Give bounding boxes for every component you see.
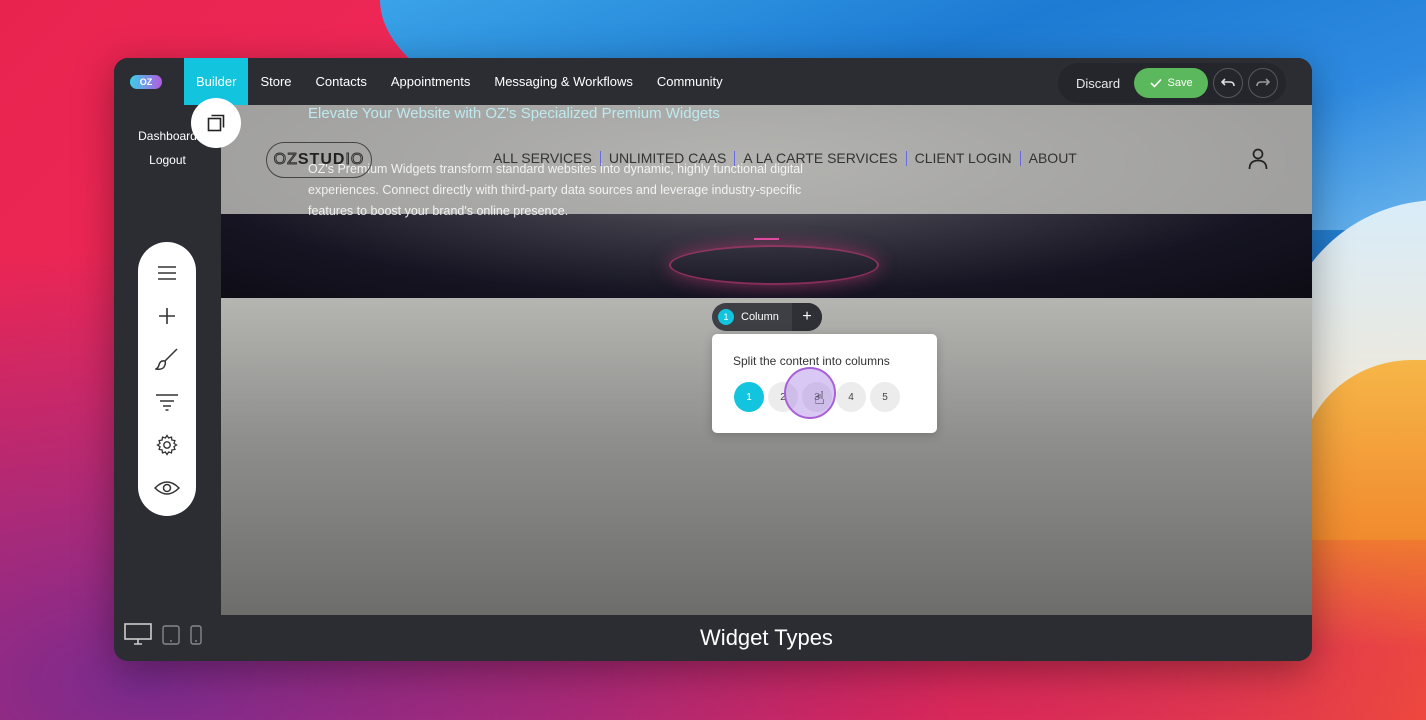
site-nav-unlimited-caas[interactable]: UNLIMITED CAAS: [609, 150, 726, 166]
mobile-icon[interactable]: [190, 625, 202, 645]
hero-description: OZ's Premium Widgets transform standard …: [308, 162, 803, 218]
nav-separator: [734, 150, 736, 166]
copy-icon: [207, 114, 225, 132]
split-option-1[interactable]: 1: [734, 382, 764, 412]
split-option-5[interactable]: 5: [870, 382, 900, 412]
left-sidebar: Dashboard Logout: [114, 105, 221, 661]
pointer-hand-icon: ☝: [814, 388, 825, 408]
cursor-highlight: [784, 367, 836, 419]
redo-icon: [1256, 78, 1271, 87]
hero-divider: [754, 238, 779, 240]
brush-icon[interactable]: [152, 344, 182, 374]
add-column-button[interactable]: +: [792, 303, 822, 331]
nav-store[interactable]: Store: [248, 58, 303, 105]
redo-button[interactable]: [1248, 68, 1279, 98]
editor-canvas[interactable]: Elevate Your Website with OZ's Specializ…: [221, 105, 1312, 615]
nav-messaging-workflows[interactable]: Messaging & Workflows: [482, 58, 644, 105]
hero-glow-ring: [669, 245, 879, 285]
undo-icon: [1221, 78, 1235, 87]
app-logo[interactable]: OZ: [130, 74, 162, 89]
nav-separator: [599, 150, 601, 166]
brand-outline-text: OZ: [273, 151, 298, 169]
site-nav: ALL SERVICES UNLIMITED CAAS A LA CARTE S…: [493, 150, 1077, 166]
device-switcher: [124, 623, 202, 645]
split-option-4[interactable]: 4: [836, 382, 866, 412]
plus-icon[interactable]: [152, 301, 182, 331]
site-nav-a-la-carte[interactable]: A LA CARTE SERVICES: [743, 150, 897, 166]
column-label: Column: [741, 311, 779, 323]
desktop-icon[interactable]: [124, 623, 152, 645]
column-toolbar[interactable]: 1 Column +: [712, 303, 822, 331]
nav-separator: [1019, 150, 1021, 166]
save-button[interactable]: Save: [1134, 68, 1209, 98]
column-count-badge: 1: [718, 309, 734, 325]
undo-button[interactable]: [1213, 68, 1244, 98]
split-title: Split the content into columns: [733, 354, 890, 368]
tool-panel: [138, 242, 196, 516]
filter-icon[interactable]: [152, 387, 182, 417]
logout-link[interactable]: Logout: [114, 153, 221, 167]
top-bar: OZ Builder Store Contacts Appointments M…: [114, 58, 1312, 105]
widget-types-heading: Widget Types: [221, 615, 1312, 661]
site-nav-about[interactable]: ABOUT: [1029, 150, 1077, 166]
user-icon[interactable]: [1248, 148, 1268, 170]
nav-community[interactable]: Community: [645, 58, 735, 105]
menu-icon[interactable]: [152, 258, 182, 288]
save-label: Save: [1167, 77, 1193, 89]
builder-window: OZ Builder Store Contacts Appointments M…: [114, 58, 1312, 661]
discard-button[interactable]: Discard: [1076, 76, 1120, 91]
hero-title: Elevate Your Website with OZ's Specializ…: [308, 105, 720, 122]
site-nav-all-services[interactable]: ALL SERVICES: [493, 150, 592, 166]
brand-end-text: IO: [345, 151, 365, 169]
check-icon: [1149, 78, 1162, 88]
nav-contacts[interactable]: Contacts: [304, 58, 379, 105]
site-logo[interactable]: OZ STUD IO: [266, 142, 372, 178]
nav-appointments[interactable]: Appointments: [379, 58, 483, 105]
gear-icon[interactable]: [152, 430, 182, 460]
nav-separator: [905, 150, 907, 166]
action-group: Discard Save: [1058, 63, 1286, 103]
brand-bold-text: STUD: [297, 151, 346, 168]
eye-icon[interactable]: [152, 473, 182, 503]
tablet-icon[interactable]: [162, 625, 180, 645]
site-nav-client-login[interactable]: CLIENT LOGIN: [915, 150, 1012, 166]
pages-button[interactable]: [191, 98, 241, 148]
